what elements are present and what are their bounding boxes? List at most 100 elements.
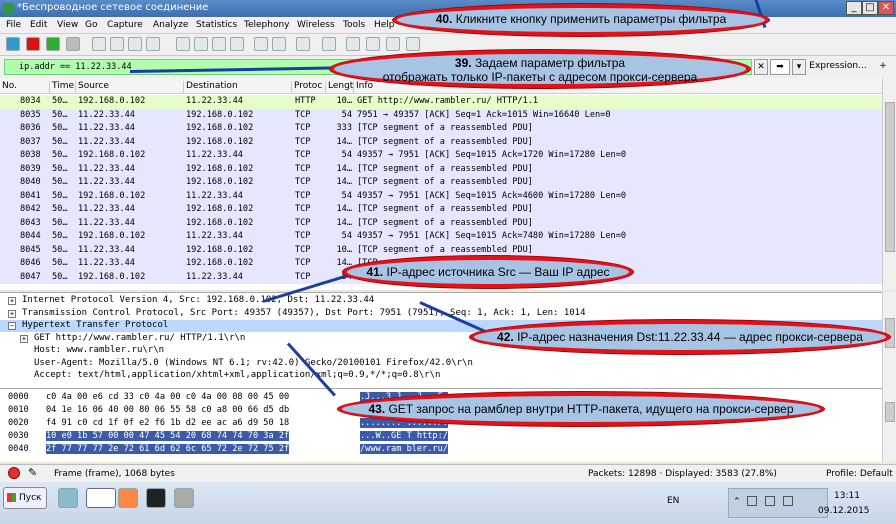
packet-row[interactable]: 8035 50… 11.22.33.44 192.168.0.102 TCP 54 7951…	[0, 108, 882, 122]
start-capture-icon[interactable]	[6, 37, 20, 51]
resize-columns-icon[interactable]	[406, 37, 420, 51]
packet-row[interactable]: 8040 50… 11.22.33.44 192.168.0.102 TCP 14… [TC…	[0, 176, 882, 190]
cmd-icon[interactable]	[146, 488, 166, 508]
tray-expand-icon[interactable]: ⌃	[733, 497, 741, 507]
col-time[interactable]: Time	[50, 81, 76, 93]
callout-39-line2: отображать только IP-пакеты с адресом пр…	[382, 70, 698, 84]
expand-toggle-icon[interactable]: +	[8, 297, 16, 305]
last-packet-icon[interactable]	[272, 37, 286, 51]
packet-cell-dst: 192.168.0.102	[186, 258, 254, 268]
close-button[interactable]: ✕	[878, 1, 894, 15]
go-to-packet-icon[interactable]	[230, 37, 244, 51]
zoom-out-icon[interactable]	[366, 37, 380, 51]
packet-row[interactable]: 8043 50… 11.22.33.44 192.168.0.102 TCP 14… [TC…	[0, 216, 882, 230]
language-indicator[interactable]: EN	[667, 496, 679, 506]
clock-time[interactable]: 13:11	[834, 491, 860, 501]
go-back-icon[interactable]	[194, 37, 208, 51]
packet-cell-time: 50…	[52, 163, 68, 174]
packet-cell-len: 14…	[336, 204, 352, 214]
bytes-scroll-thumb[interactable]	[885, 402, 895, 422]
first-packet-icon[interactable]	[254, 37, 268, 51]
clock-date[interactable]: 09.12.2015	[818, 506, 870, 516]
menu-go[interactable]: Go	[85, 20, 97, 30]
menu-analyze[interactable]: Analyze	[153, 20, 188, 30]
minimize-button[interactable]: _	[846, 1, 862, 15]
bytes-scrollbar[interactable]	[882, 388, 896, 462]
col-source[interactable]: Source	[76, 81, 184, 93]
packet-cell-no: 8034	[20, 96, 41, 106]
capture-options-icon[interactable]	[66, 37, 80, 51]
volume-icon[interactable]	[783, 496, 793, 506]
ie-icon[interactable]	[58, 488, 78, 508]
find-packet-icon[interactable]	[176, 37, 190, 51]
expand-toggle-icon[interactable]: +	[20, 334, 28, 343]
packet-cell-no: 8036	[20, 123, 41, 133]
start-button[interactable]: Пуск	[3, 487, 47, 509]
packet-row[interactable]: 8041 50… 192.168.0.102 11.22.33.44 TCP 54 4935…	[0, 189, 882, 203]
packet-row[interactable]: 8038 50… 192.168.0.102 11.22.33.44 TCP 54 4935…	[0, 149, 882, 163]
col-protocol[interactable]: Protoc	[292, 81, 326, 93]
expand-toggle-icon[interactable]: +	[8, 309, 16, 318]
autoscroll-icon[interactable]	[296, 37, 310, 51]
packet-row[interactable]: 8044 50… 192.168.0.102 11.22.33.44 TCP 54 4935…	[0, 230, 882, 244]
packet-cell-src: 11.22.33.44	[78, 123, 135, 133]
clear-filter-icon[interactable]: ✕	[754, 59, 768, 75]
menu-statistics[interactable]: Statistics	[196, 20, 237, 30]
expert-info-icon[interactable]	[8, 467, 20, 479]
open-file-icon[interactable]	[92, 37, 106, 51]
packet-cell-proto: TCP	[295, 217, 311, 228]
packet-cell-len: 10…	[336, 244, 352, 255]
stop-capture-icon[interactable]	[26, 37, 40, 51]
menu-help[interactable]: Help	[374, 20, 395, 30]
packet-cell-len: 54	[341, 109, 352, 120]
hex-row[interactable]: 0030 10 e0 1b 57 00 00 47 45 54 20 68 74 …	[0, 431, 882, 444]
hex-row[interactable]: 0040 2f 77 77 77 2e 72 61 6d 62 6c 65 72 …	[0, 444, 882, 457]
network-icon[interactable]	[765, 496, 775, 506]
col-destination[interactable]: Destination	[184, 81, 292, 93]
packet-cell-info: [TCP segment of a reassembled PDU]	[357, 123, 533, 133]
packet-row[interactable]: 8037 50… 11.22.33.44 192.168.0.102 TCP 14… [TC…	[0, 135, 882, 149]
reload-file-icon[interactable]	[146, 37, 160, 51]
firefox-icon[interactable]	[118, 488, 138, 508]
colorize-icon[interactable]	[322, 37, 336, 51]
app-icon[interactable]	[174, 488, 194, 508]
filter-history-chevron-down-icon[interactable]: ▾	[792, 59, 806, 75]
packet-row[interactable]: 8036 50… 11.22.33.44 192.168.0.102 TCP 333 [TC…	[0, 122, 882, 136]
apply-filter-button[interactable]: ➡	[770, 59, 790, 75]
wireshark-task-icon[interactable]	[86, 488, 116, 508]
edit-comment-icon[interactable]: ✎	[28, 466, 37, 479]
add-filter-button[interactable]: +	[876, 59, 890, 75]
packet-row[interactable]: 8045 50… 11.22.33.44 192.168.0.102 TCP 10… [TC…	[0, 243, 882, 257]
zoom-in-icon[interactable]	[346, 37, 360, 51]
menu-telephony[interactable]: Telephony	[244, 20, 290, 30]
packet-list-scrollbar[interactable]	[882, 78, 896, 290]
menu-capture[interactable]: Capture	[107, 20, 143, 30]
expand-toggle-icon[interactable]: −	[8, 322, 16, 330]
packet-cell-src: 11.22.33.44	[78, 109, 135, 120]
menu-wireless[interactable]: Wireless	[297, 20, 335, 30]
menu-view[interactable]: View	[57, 20, 78, 30]
zoom-normal-icon[interactable]	[386, 37, 400, 51]
packet-row[interactable]: 8039 50… 11.22.33.44 192.168.0.102 TCP 14… [TC…	[0, 162, 882, 176]
detail-row[interactable]: Accept: text/html,application/xhtml+xml,…	[0, 370, 882, 382]
detail-row[interactable]: + Internet Protocol Version 4, Src: 192.1…	[0, 295, 882, 307]
col-length[interactable]: Lengt	[326, 81, 354, 93]
detail-row[interactable]: User-Agent: Mozilla/5.0 (Windows NT 6.1;…	[0, 358, 882, 370]
packet-row[interactable]: 8042 50… 11.22.33.44 192.168.0.102 TCP 14… [TC…	[0, 203, 882, 217]
col-no[interactable]: No.	[0, 81, 50, 93]
action-center-icon[interactable]	[747, 496, 757, 506]
restart-capture-icon[interactable]	[46, 37, 60, 51]
maximize-button[interactable]: □	[862, 1, 878, 15]
packet-row[interactable]: 8034 50… 192.168.0.102 11.22.33.44 HTTP 10… GE…	[0, 95, 882, 109]
close-file-icon[interactable]	[128, 37, 142, 51]
packet-list-scroll-thumb[interactable]	[885, 102, 895, 252]
menu-file[interactable]: File	[6, 20, 21, 30]
menu-tools[interactable]: Tools	[343, 20, 365, 30]
detail-text: GET http://www.rambler.ru/ HTTP/1.1\r\n	[34, 332, 246, 343]
status-profile[interactable]: Profile: Default	[826, 469, 893, 479]
save-file-icon[interactable]	[110, 37, 124, 51]
packet-cell-dst: 192.168.0.102	[186, 217, 254, 228]
go-forward-icon[interactable]	[212, 37, 226, 51]
expression-button[interactable]: Expression...	[808, 59, 868, 75]
menu-edit[interactable]: Edit	[30, 20, 47, 30]
